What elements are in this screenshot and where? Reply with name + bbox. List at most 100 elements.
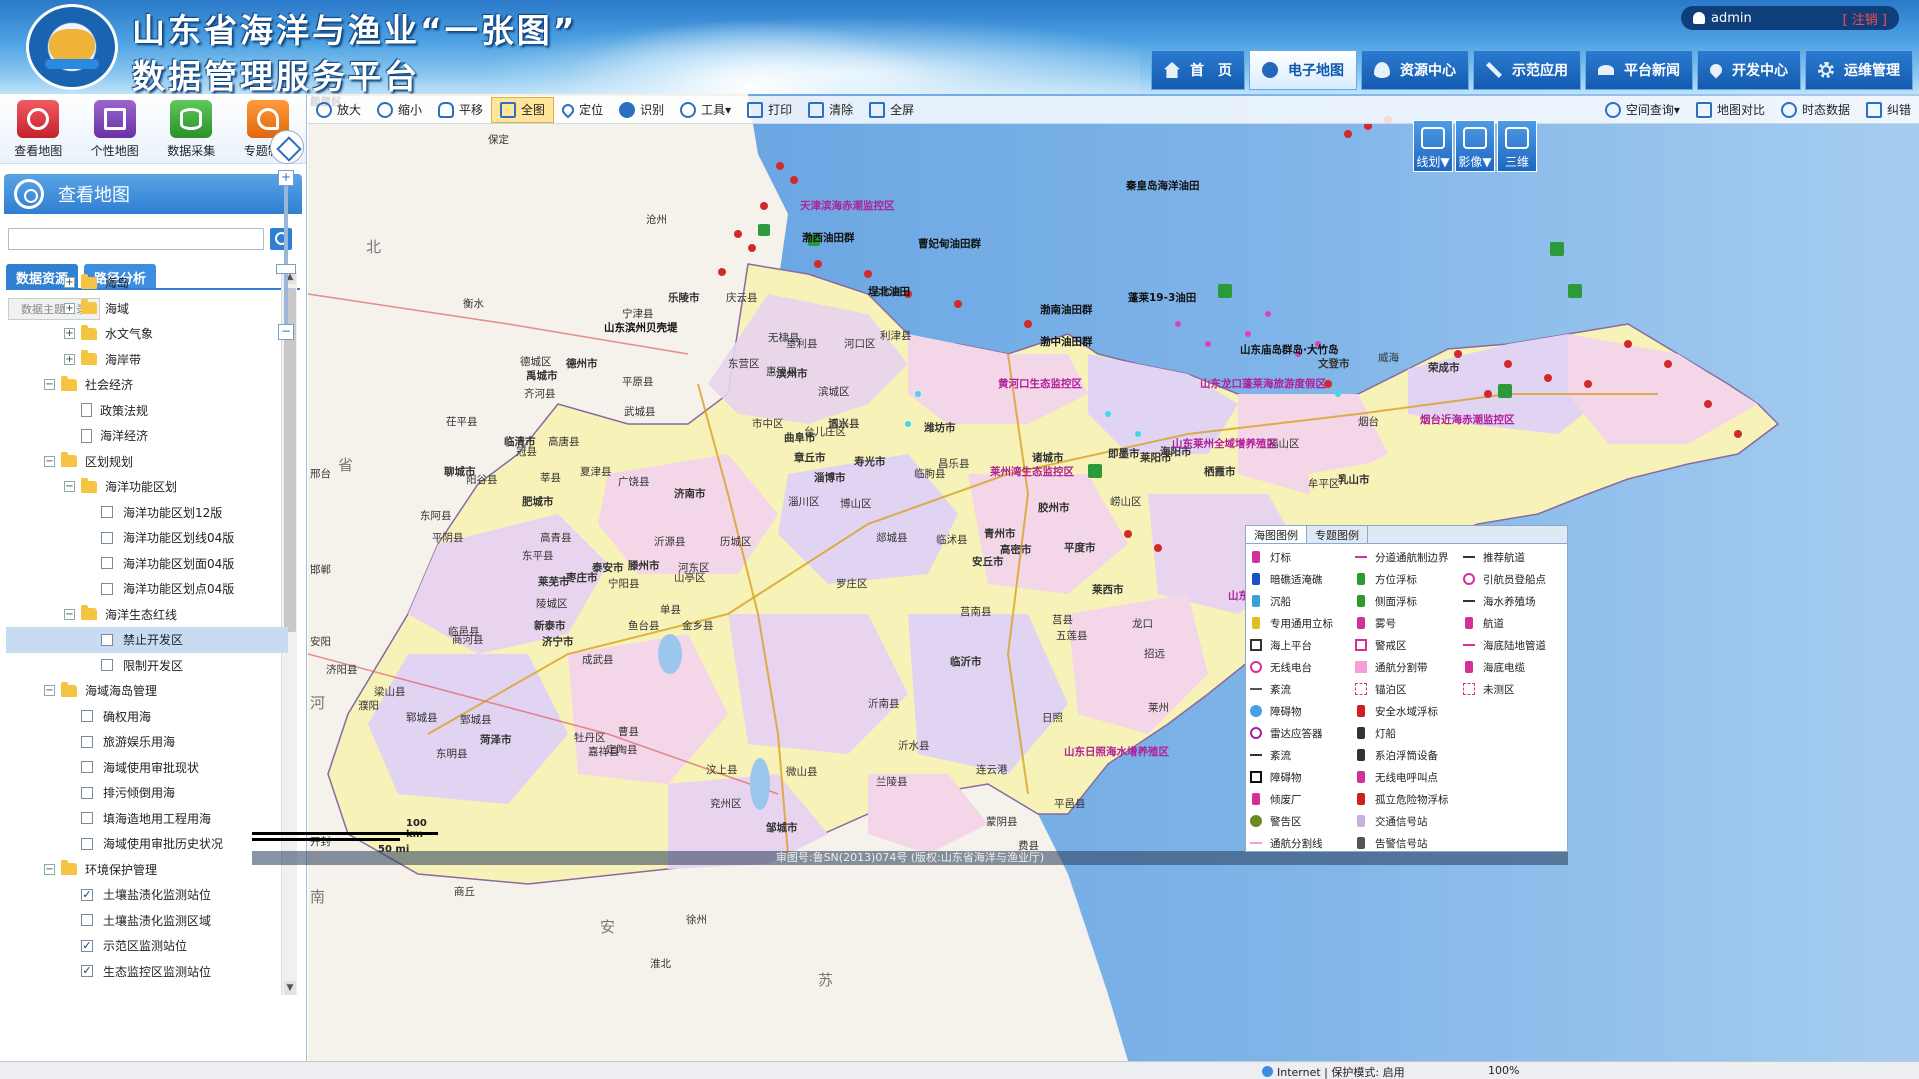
basemap-vector-button[interactable]: 线划▼ [1413, 120, 1453, 172]
tree-item[interactable]: + 海域 [6, 296, 288, 322]
collapse-icon[interactable]: − [64, 608, 75, 620]
layer-checkbox[interactable] [101, 506, 113, 519]
map-place-label: 德州市 [566, 358, 598, 370]
tree-item[interactable]: ✓海洋倾倒区监测站位 [6, 984, 288, 990]
tree-item[interactable]: 确权用海 [6, 704, 288, 730]
collapse-icon[interactable]: − [64, 481, 75, 493]
logout-link[interactable]: [ 注销 ] [1843, 9, 1887, 28]
zoom-thumb[interactable] [276, 264, 296, 274]
tree-item[interactable]: 旅游娱乐用海 [6, 729, 288, 755]
tool-fullscreen[interactable]: 全屏 [861, 97, 922, 123]
tree-item[interactable]: ✓ 生态监控区监测站位 [6, 959, 288, 985]
zoom-track[interactable] [284, 186, 288, 324]
tree-item[interactable]: − 海域海岛管理 [6, 678, 288, 704]
tree-item[interactable]: + 水文气象 [6, 321, 288, 347]
expand-icon[interactable]: + [64, 302, 75, 314]
tree-item[interactable]: 政策法规 [6, 398, 288, 424]
layer-checkbox[interactable] [81, 761, 93, 774]
zoom-slider[interactable]: + − [276, 170, 296, 342]
tree-item[interactable]: 土壤盐渍化监测区域 [6, 908, 288, 934]
tree-item[interactable]: − 海洋生态红线 [6, 602, 288, 628]
chevron-down-icon[interactable]: ▾ [1674, 103, 1680, 117]
tree-item[interactable]: 排污倾倒用海 [6, 780, 288, 806]
tree-item[interactable]: 海域使用审批历史状况 [6, 831, 288, 857]
tree-item[interactable]: + 海岛 [6, 270, 288, 296]
tool-zoom-out[interactable]: 缩小 [369, 97, 430, 123]
nav-item-0[interactable]: 首 页 [1151, 50, 1245, 90]
tool-measure-tools[interactable]: 工具 ▾ [672, 97, 739, 123]
layer-checkbox[interactable] [81, 812, 93, 825]
nav-item-1[interactable]: 电子地图 [1249, 50, 1357, 90]
tree-item[interactable]: − 区划规划 [6, 449, 288, 475]
layer-checkbox[interactable] [101, 531, 113, 544]
view-map-button[interactable]: 查看地图 [0, 100, 77, 163]
search-input[interactable] [8, 228, 264, 250]
tool-map-compare[interactable]: 地图对比 [1688, 97, 1773, 123]
layer-checkbox[interactable] [81, 786, 93, 799]
tree-item[interactable]: 海洋经济 [6, 423, 288, 449]
tree-item[interactable]: 海洋功能区划面04版 [6, 551, 288, 577]
tree-item[interactable]: 填海造地用工程用海 [6, 806, 288, 832]
layer-checkbox[interactable]: ✓ [81, 939, 93, 952]
layer-checkbox[interactable]: ✓ [81, 965, 93, 978]
layer-checkbox[interactable] [81, 914, 93, 927]
tree-item[interactable]: 海洋功能区划点04版 [6, 576, 288, 602]
tool-full-extent[interactable]: 全图 [491, 96, 555, 123]
custom-map-button[interactable]: 个性地图 [77, 100, 154, 163]
chevron-down-icon[interactable]: ▾ [725, 103, 731, 117]
tool-pan-hand[interactable]: 平移 [430, 97, 491, 123]
tree-item[interactable]: 限制开发区 [6, 653, 288, 679]
collapse-icon[interactable]: − [44, 685, 55, 697]
tree-item[interactable]: ✓ 土壤盐渍化监测站位 [6, 882, 288, 908]
tree-item[interactable]: ✓ 示范区监测站位 [6, 933, 288, 959]
zoom-out-icon[interactable]: − [278, 324, 294, 340]
nav-item-2[interactable]: 资源中心 [1361, 50, 1469, 90]
tool-print[interactable]: 打印 [739, 97, 800, 123]
collapse-icon[interactable]: − [44, 863, 55, 875]
toolbar-left: 放大 缩小 平移 全图 定位 识别 工具 ▾ 打印 清除 全屏 [308, 96, 922, 123]
nav-item-6[interactable]: 运维管理 [1805, 50, 1913, 90]
layer-checkbox[interactable] [101, 659, 113, 672]
layer-checkbox[interactable] [81, 735, 93, 748]
layer-checkbox[interactable] [101, 633, 113, 646]
tree-item[interactable]: 海域使用审批现状 [6, 755, 288, 781]
tool-zoom-in[interactable]: 放大 [308, 97, 369, 123]
layer-checkbox[interactable] [101, 557, 113, 570]
collapse-icon[interactable]: − [44, 455, 55, 467]
tree-item[interactable]: − 海洋功能区划 [6, 474, 288, 500]
status-zoom[interactable]: 100% [1488, 1064, 1519, 1077]
wreck-icon [1252, 595, 1260, 607]
tab-thematic-legend[interactable]: 专题图例 [1307, 526, 1368, 543]
tree-item[interactable]: − 环境保护管理 [6, 857, 288, 883]
tool-edit-correct[interactable]: 纠错 [1858, 97, 1919, 123]
layer-checkbox[interactable] [101, 582, 113, 595]
tool-spatial-query[interactable]: 空间查询 ▾ [1597, 97, 1688, 123]
tab-chart-legend[interactable]: 海图图例 [1246, 526, 1307, 543]
pan-navigator-icon[interactable] [270, 130, 304, 164]
zoom-in-icon[interactable]: + [278, 170, 294, 186]
tree-item[interactable]: + 海岸带 [6, 347, 288, 373]
expand-icon[interactable]: + [64, 277, 75, 289]
tool-trash[interactable]: 清除 [800, 97, 861, 123]
expand-icon[interactable]: + [64, 328, 75, 340]
tool-identify-info[interactable]: 识别 [611, 97, 672, 123]
tree-item[interactable]: 禁止开发区 [6, 627, 288, 653]
tool-temporal-data[interactable]: 时态数据 [1773, 97, 1858, 123]
tree-item[interactable]: 海洋功能区划线04版 [6, 525, 288, 551]
nav-item-3[interactable]: 示范应用 [1473, 50, 1581, 90]
layer-checkbox[interactable]: ✓ [81, 888, 93, 901]
folder-icon [81, 273, 97, 289]
collapse-icon[interactable]: − [44, 379, 55, 391]
basemap-3d-button[interactable]: 三维 [1497, 120, 1537, 172]
tool-locate-pin[interactable]: 定位 [554, 97, 611, 123]
data-collect-button[interactable]: 数据采集 [153, 100, 230, 163]
expand-icon[interactable]: + [64, 353, 75, 365]
map-canvas[interactable]: 保定 沧州 衡水北省邢台 邯郸 安阳河濮阳 开封南商丘安徐州 连云港 淮北苏德州市 德城区 宁津县… [308, 94, 1919, 1061]
tree-item[interactable]: − 社会经济 [6, 372, 288, 398]
nav-item-4[interactable]: 平台新闻 [1585, 50, 1693, 90]
layer-checkbox[interactable] [81, 837, 93, 850]
nav-item-5[interactable]: 开发中心 [1697, 50, 1801, 90]
basemap-imagery-button[interactable]: 影像▼ [1455, 120, 1495, 172]
tree-item[interactable]: 海洋功能区划12版 [6, 500, 288, 526]
layer-checkbox[interactable] [81, 710, 93, 723]
